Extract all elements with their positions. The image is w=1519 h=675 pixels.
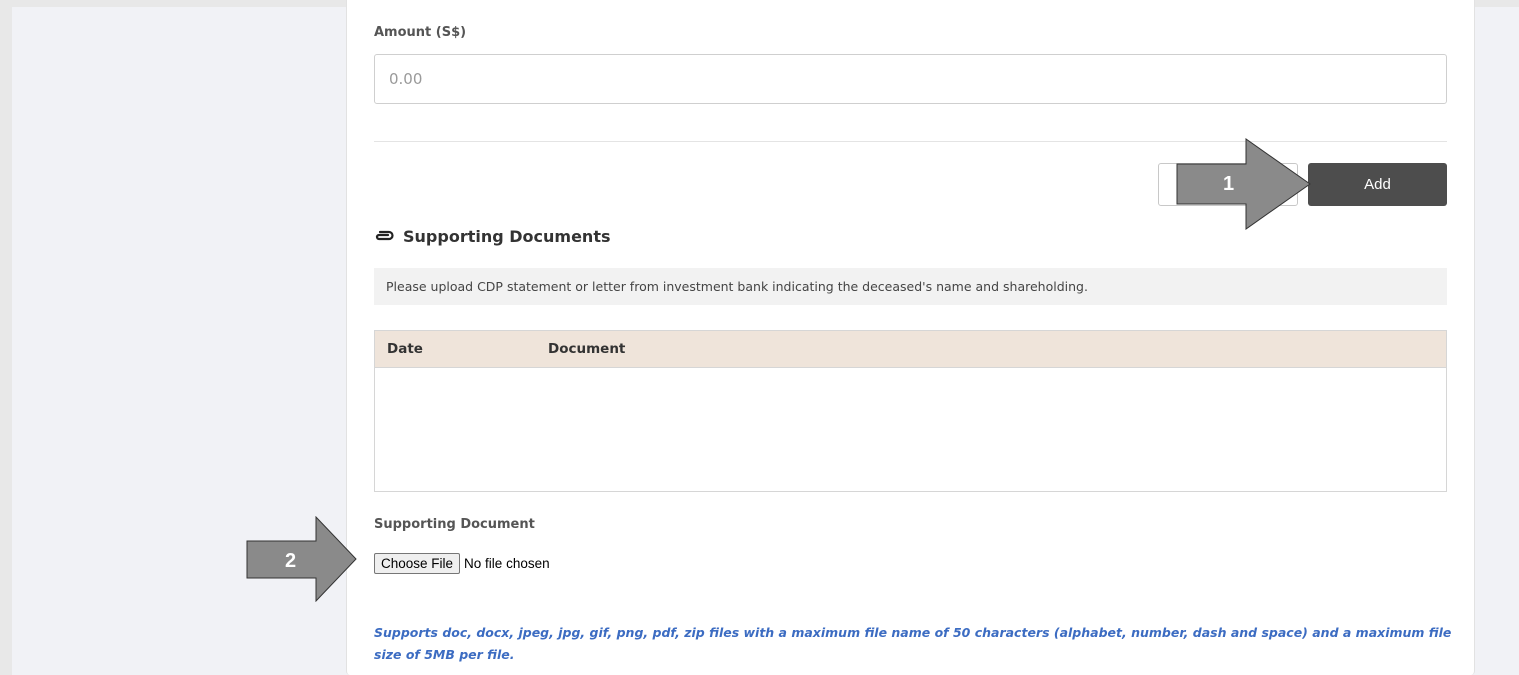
column-header-date: Date xyxy=(387,341,423,357)
paperclip-icon xyxy=(375,230,394,241)
add-button[interactable]: Add xyxy=(1308,163,1447,206)
callout-arrow-1: 1 xyxy=(1176,138,1312,235)
file-requirements-note: Supports doc, docx, jpeg, jpg, gif, png,… xyxy=(374,625,1452,662)
column-header-document: Document xyxy=(548,341,626,357)
supporting-documents-heading: Supporting Documents xyxy=(374,225,610,247)
section-title: Supporting Documents xyxy=(403,226,611,246)
file-status-text: No file chosen xyxy=(464,556,550,571)
choose-file-button[interactable]: Choose File xyxy=(374,553,461,574)
supporting-document-label: Supporting Document xyxy=(374,517,535,532)
callout-number: 1 xyxy=(1223,173,1235,195)
callout-number: 2 xyxy=(285,550,297,572)
amount-input[interactable] xyxy=(374,54,1447,104)
file-input: Choose File No file chosen xyxy=(374,552,550,575)
upload-instruction: Please upload CDP statement or letter fr… xyxy=(374,268,1447,305)
documents-table: Date Document xyxy=(374,330,1447,492)
form-card: Amount (S$) Add Supporting Documents Ple… xyxy=(346,0,1475,675)
table-header: Date Document xyxy=(375,331,1446,368)
amount-label: Amount (S$) xyxy=(374,25,467,40)
arrow-right-icon xyxy=(1176,138,1311,230)
arrow-right-icon xyxy=(246,515,357,603)
callout-arrow-2: 2 xyxy=(246,515,358,607)
